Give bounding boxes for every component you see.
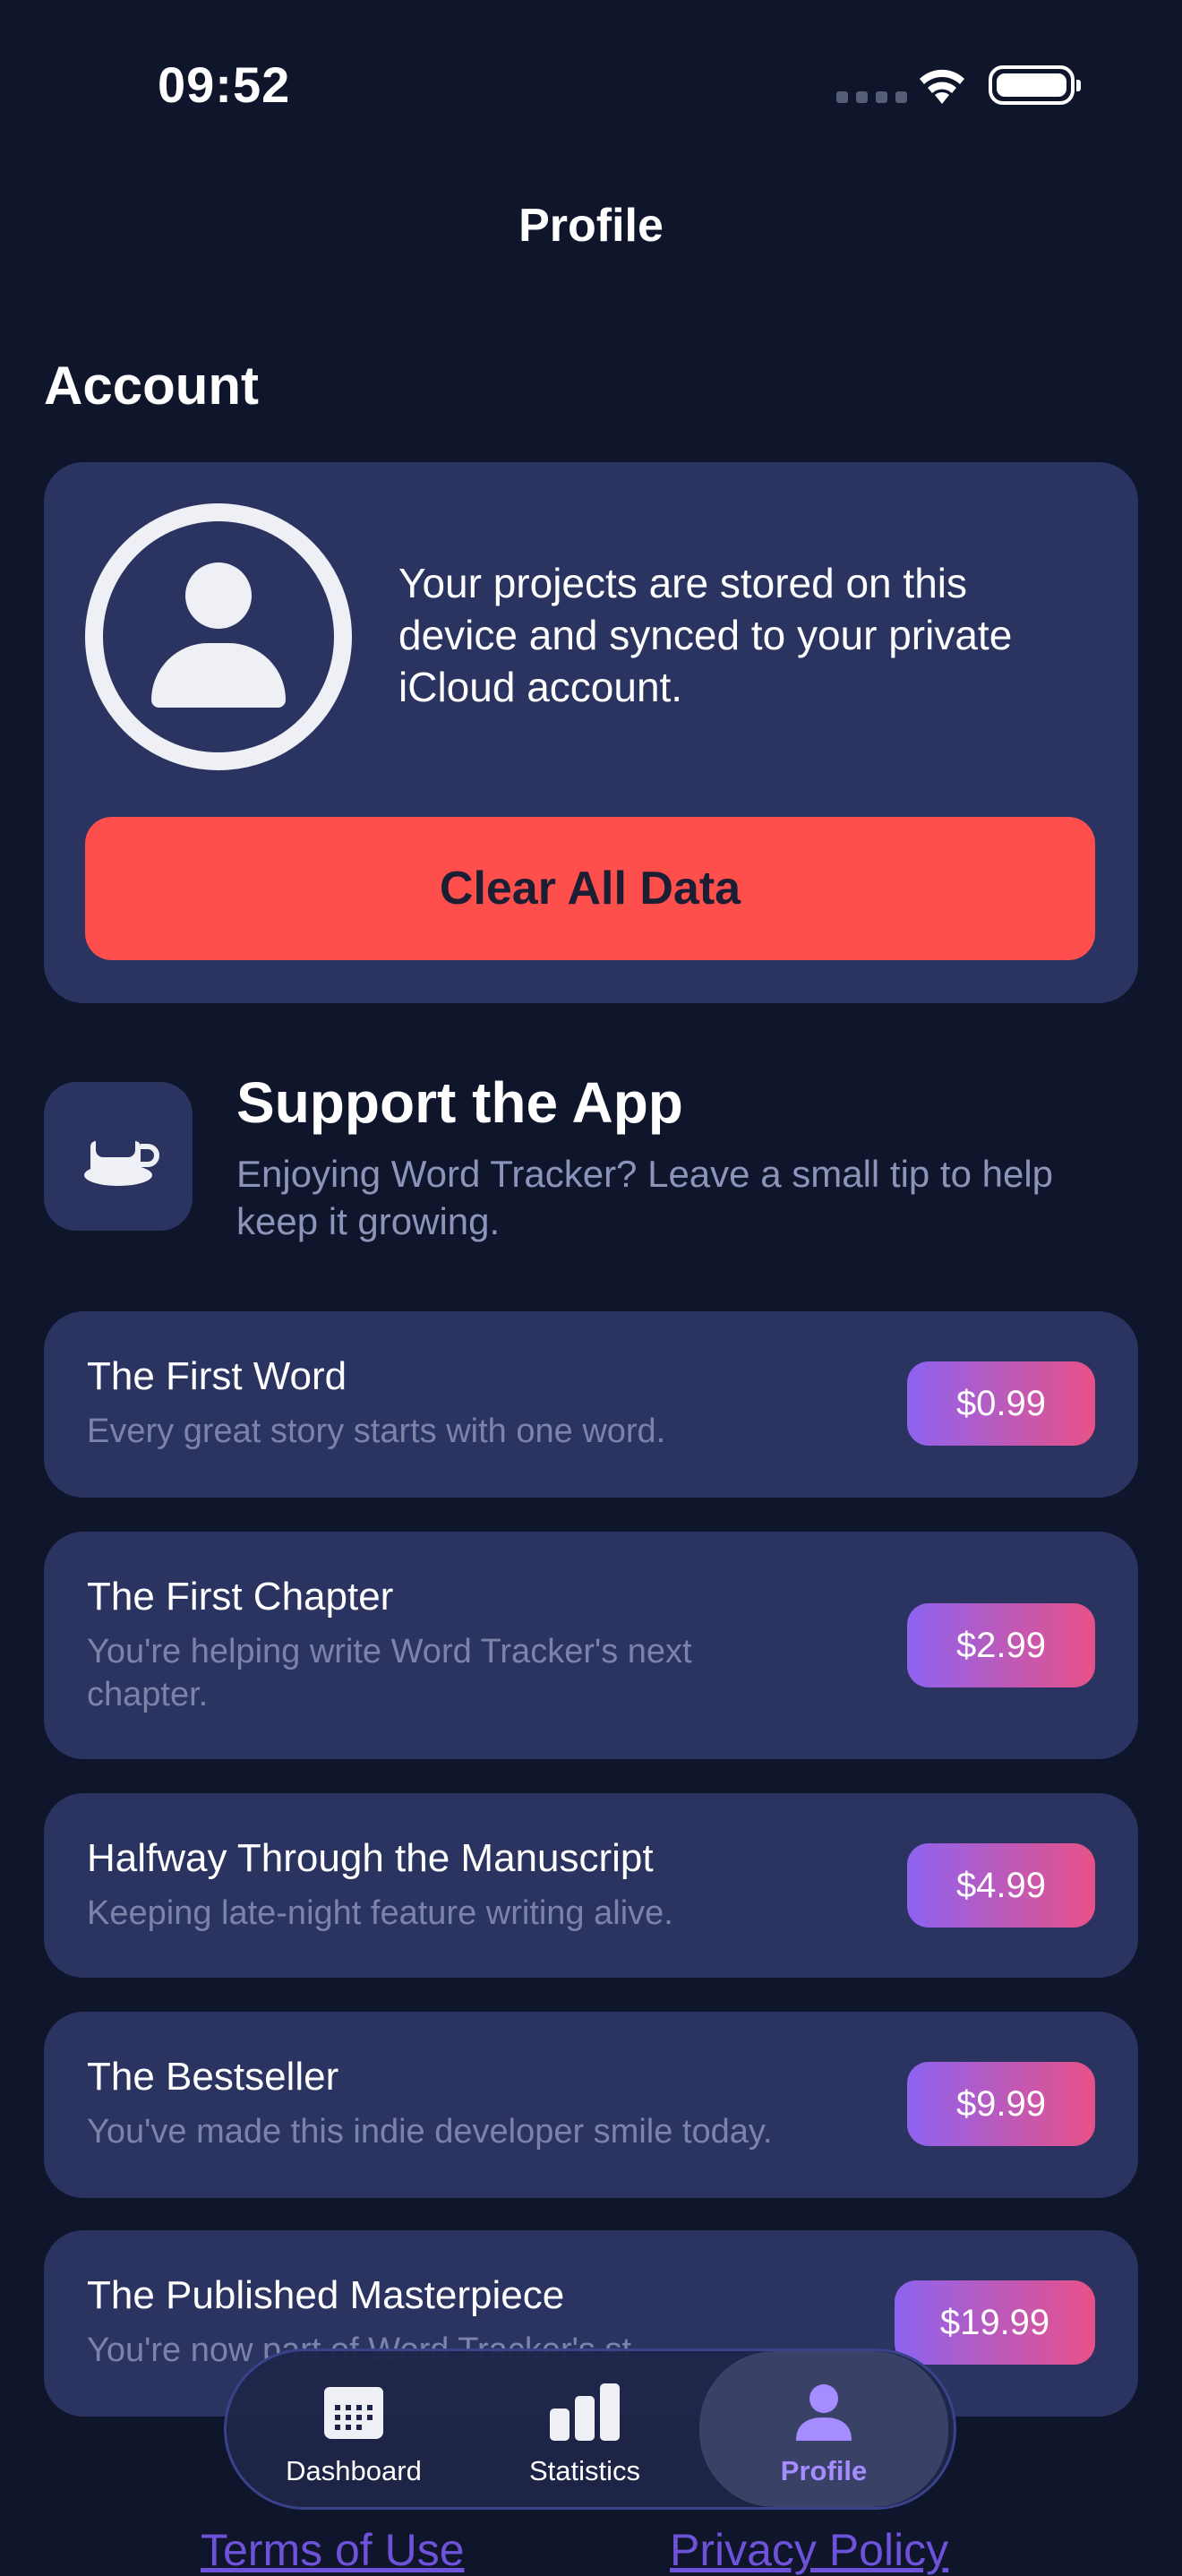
tip-price-button[interactable]: $19.99 (895, 2280, 1095, 2365)
tip-description: You're helping write Word Tracker's next… (87, 1633, 692, 1713)
support-icon-box (44, 1082, 193, 1231)
tip-card-bestseller[interactable]: The Bestseller You've made this indie de… (44, 2012, 1138, 2198)
tip-price-button[interactable]: $2.99 (907, 1603, 1095, 1687)
tip-description: You've made this indie developer smile t… (87, 2113, 773, 2151)
calendar-icon (324, 2387, 383, 2439)
tip-description: Keeping late-night feature writing alive… (87, 1894, 673, 1932)
tab-label: Dashboard (286, 2455, 422, 2486)
tip-title: The First Chapter (87, 1575, 394, 1619)
clear-all-data-button[interactable]: Clear All Data (85, 817, 1095, 960)
tip-price-button[interactable]: $9.99 (907, 2062, 1095, 2146)
terms-of-use-link[interactable]: Terms of Use (201, 2524, 465, 2576)
tab-profile[interactable]: Profile (699, 2351, 948, 2507)
support-subtitle: Enjoying Word Tracker? Leave a small tip… (236, 1153, 1054, 1242)
support-title: Support the App (236, 1070, 683, 1135)
tip-card-first-word[interactable]: The First Word Every great story starts … (44, 1311, 1138, 1498)
tip-description: Every great story starts with one word. (87, 1413, 666, 1450)
account-section-title: Account (44, 356, 259, 416)
bar-chart-icon (550, 2383, 620, 2441)
avatar-person-icon (85, 503, 352, 770)
tab-label: Statistics (528, 2455, 641, 2486)
tip-price-button[interactable]: $0.99 (907, 1361, 1095, 1446)
battery-icon (989, 65, 1081, 105)
tip-title: The Bestseller (87, 2055, 339, 2099)
coffee-cup-icon (84, 1141, 159, 1186)
tab-dashboard[interactable]: Dashboard (237, 2351, 470, 2507)
privacy-policy-link[interactable]: Privacy Policy (670, 2524, 948, 2576)
person-icon (796, 2384, 852, 2441)
tip-card-first-chapter[interactable]: The First Chapter You're helping write W… (44, 1532, 1138, 1759)
tip-title: The First Word (87, 1354, 347, 1398)
tip-title: Halfway Through the Manuscript (87, 1836, 654, 1880)
status-time: 09:52 (158, 56, 291, 113)
tip-price-button[interactable]: $4.99 (907, 1843, 1095, 1928)
tip-card-halfway[interactable]: Halfway Through the Manuscript Keeping l… (44, 1793, 1138, 1978)
page-title: Profile (518, 200, 664, 252)
tab-bar: Dashboard Statistics Profile (224, 2348, 956, 2510)
tab-statistics[interactable]: Statistics (468, 2351, 701, 2507)
wifi-icon (920, 69, 964, 104)
account-card: Your projects are stored on this device … (44, 462, 1138, 1003)
cellular-signal-icon (836, 91, 907, 103)
account-description: Your projects are stored on this device … (398, 560, 1013, 710)
tip-title: The Published Masterpiece (87, 2273, 565, 2317)
tab-label: Profile (780, 2455, 868, 2486)
status-bar: 09:52 (0, 0, 1182, 170)
